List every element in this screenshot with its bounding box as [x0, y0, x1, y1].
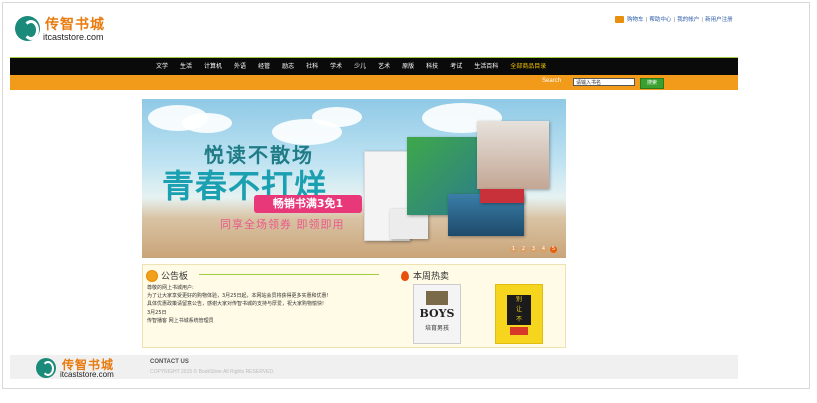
logo-mark-icon: [36, 358, 56, 378]
hot-sellers-title: 本周热卖: [413, 272, 450, 282]
carousel-dot[interactable]: 1: [510, 246, 517, 253]
nav-item-children[interactable]: 少儿: [348, 58, 372, 76]
separator: |: [701, 17, 704, 23]
logo-mark-icon: [15, 16, 40, 41]
notice-divider: [199, 274, 379, 275]
notice-line: 具体优惠政策请留意公告，感谢大家对传智书城的支持与厚爱，祝大家购物愉快!: [147, 301, 325, 308]
nav-item-exam[interactable]: 考试: [444, 58, 468, 76]
nav-item-all-categories[interactable]: 全部商品目录: [504, 58, 552, 76]
carousel-dot[interactable]: 4: [540, 246, 547, 253]
carousel-dots: 1 2 3 4 5: [510, 246, 557, 253]
hot-sellers-header: 本周热卖: [401, 269, 449, 282]
hot-book-yellow[interactable]: 别 让 不: [495, 284, 543, 344]
banner-subtitle: 同享全场领券 即领即用: [220, 218, 345, 231]
nav-item-computer[interactable]: 计算机: [198, 58, 228, 76]
top-link-cart[interactable]: 购物车: [627, 17, 644, 23]
nav-item-academic[interactable]: 学术: [324, 58, 348, 76]
footer-logo[interactable]: 传智书城 itcaststore.com: [36, 357, 156, 379]
contact-us-link[interactable]: CONTACT US: [150, 359, 189, 365]
top-link-register[interactable]: 新用户注册: [705, 17, 733, 23]
book-cover-red-band: [510, 327, 528, 335]
notice-line: 尊敬的网上书城用户:: [147, 285, 194, 291]
footer: 传智书城 itcaststore.com CONTACT US COPYRIGH…: [10, 355, 738, 379]
promo-banner[interactable]: 悦读不散场 青春不打烊 畅销书满3免1 同享全场领券 即领即用 1 2 3 4 …: [142, 99, 566, 258]
top-link-account[interactable]: 我的帐户: [677, 17, 699, 23]
banner-book-red: [480, 189, 524, 203]
hot-book-boys[interactable]: BOYS 培育男孩: [413, 284, 461, 344]
copyright-text: COPYRIGHT 2015 © BookStore All Rights RE…: [150, 369, 275, 375]
shopping-cart-icon[interactable]: [615, 16, 624, 23]
search-bar: Search 请输入书名 搜索: [10, 75, 738, 90]
content-panel: 公告板 尊敬的网上书城用户: 为了让大家享受更好的购物体验，3月25日起，本网站…: [142, 264, 566, 348]
nav-item-inspiration[interactable]: 励志: [276, 58, 300, 76]
nav-item-life[interactable]: 生活: [174, 58, 198, 76]
book-cover-black: 别 让 不: [507, 295, 531, 325]
separator: |: [673, 17, 676, 23]
banner-book-photo: [477, 121, 549, 189]
carousel-dot[interactable]: 2: [520, 246, 527, 253]
nav-item-social-science[interactable]: 社科: [300, 58, 324, 76]
nav-item-original[interactable]: 原版: [396, 58, 420, 76]
logo-chinese-text: 传智书城: [45, 17, 105, 33]
main-nav: 文学 生活 计算机 外语 经管 励志 社科 学术 少儿 艺术 原版 科技 考试 …: [10, 57, 738, 76]
carousel-dot[interactable]: 3: [530, 246, 537, 253]
notice-line: 为了让大家享受更好的购物体验，3月25日起，本网站会员将获得更多实惠和优惠!: [147, 293, 329, 300]
banner-promo-badge: 畅销书满3免1: [254, 195, 362, 213]
search-button[interactable]: 搜索: [640, 78, 664, 89]
book-title: BOYS: [419, 307, 455, 320]
notice-line: 传智播客 网上书城系统管理员: [147, 317, 214, 324]
book-cover-text: 让: [515, 306, 522, 313]
flame-icon: [401, 270, 409, 281]
logo-english-text: itcaststore.com: [60, 370, 114, 379]
top-links: 购物车 | 帮助中心 | 我的帐户 | 新用户注册: [615, 15, 745, 27]
carousel-dot-active[interactable]: 5: [550, 246, 557, 253]
notice-header: 公告板: [147, 269, 188, 282]
book-cover-text: 不: [515, 316, 522, 323]
logo-english-text: itcaststore.com: [43, 32, 104, 42]
cloud-decoration: [312, 107, 362, 127]
book-subtitle: 培育男孩: [424, 325, 449, 332]
nav-item-art[interactable]: 艺术: [372, 58, 396, 76]
book-cover-text: 别: [515, 296, 522, 303]
book-cover-photo: [426, 291, 448, 305]
notice-title: 公告板: [161, 272, 189, 282]
nav-items: 文学 生活 计算机 外语 经管 励志 社科 学术 少儿 艺术 原版 科技 考试 …: [150, 58, 552, 76]
separator: |: [645, 17, 648, 23]
site-logo[interactable]: 传智书城 itcaststore.com: [15, 14, 125, 46]
nav-item-foreign-language[interactable]: 外语: [228, 58, 252, 76]
nav-item-literature[interactable]: 文学: [150, 58, 174, 76]
notice-body: 尊敬的网上书城用户: 为了让大家享受更好的购物体验，3月25日起，本网站会员将获…: [147, 284, 387, 325]
nav-item-business[interactable]: 经管: [252, 58, 276, 76]
gear-icon: [147, 270, 157, 281]
search-input[interactable]: 请输入书名: [573, 78, 635, 86]
notice-line: 3月25日: [147, 309, 167, 316]
top-link-help[interactable]: 帮助中心: [649, 17, 671, 23]
cloud-decoration: [182, 113, 232, 133]
search-label: Search: [542, 78, 562, 84]
nav-item-technology[interactable]: 科技: [420, 58, 444, 76]
nav-item-encyclopedia[interactable]: 生活百科: [468, 58, 504, 76]
